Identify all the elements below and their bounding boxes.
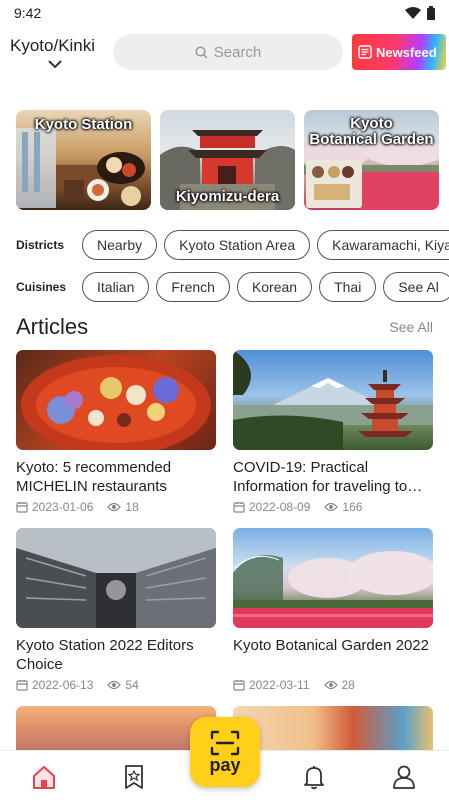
status-icons <box>405 6 435 20</box>
user-icon <box>393 765 415 789</box>
calendar-icon <box>16 502 28 513</box>
cuisine-chip[interactable]: Italian <box>82 272 150 302</box>
banner-kiyomizu-dera[interactable]: Kiyomizu-dera <box>160 110 295 210</box>
articles-title: Articles <box>16 314 89 339</box>
status-time: 9:42 <box>14 5 42 21</box>
eye-icon <box>323 680 338 690</box>
cuisines-row: Cuisines Italian French Korean Thai See … <box>16 271 449 303</box>
districts-row: Districts Nearby Kyoto Station Area Kawa… <box>16 229 449 261</box>
bookmark-star-icon <box>125 765 143 789</box>
banner-carousel: Kyoto Station Kiyomizu-dera Kyoto Botani… <box>16 110 449 210</box>
nav-notifications[interactable] <box>300 763 328 791</box>
wifi-icon <box>405 7 421 19</box>
article-image <box>16 528 216 628</box>
pay-label: pay <box>209 755 241 775</box>
article-card[interactable] <box>233 706 433 750</box>
newspaper-icon <box>358 45 372 59</box>
article-image <box>16 706 216 750</box>
calendar-icon <box>233 502 245 513</box>
article-meta: 2023-01-06 18 <box>16 500 216 514</box>
article-card[interactable]: COVID-19: Practical Information for trav… <box>233 350 433 514</box>
article-image <box>233 528 433 628</box>
calendar-icon <box>233 680 245 691</box>
cuisine-chip[interactable]: See Al <box>383 272 449 302</box>
cuisine-chip[interactable]: French <box>156 272 230 302</box>
article-views: 18 <box>125 500 139 514</box>
scan-icon <box>210 730 240 756</box>
banner-botanical-garden[interactable]: Kyoto Botanical Garden <box>304 110 439 210</box>
status-bar: 9:42 <box>0 0 449 26</box>
article-title: Kyoto Botanical Garden 2022 <box>233 637 429 654</box>
article-image <box>233 706 433 750</box>
article-image <box>233 350 433 450</box>
article-image-graphic <box>16 528 216 628</box>
district-chip[interactable]: Kyoto Station Area <box>164 230 311 260</box>
cuisines-label: Cuisines <box>16 280 67 294</box>
banner-title: Kyoto Botanical Garden <box>304 116 439 148</box>
article-title: Kyoto Station 2022 Editors Choice <box>16 637 194 673</box>
pay-button[interactable]: pay <box>190 717 260 787</box>
article-meta: 2022-08-09 166 <box>233 500 433 514</box>
banner-kyoto-station[interactable]: Kyoto Station <box>16 110 151 210</box>
search-placeholder: Search <box>213 43 262 61</box>
search-input[interactable]: Search <box>113 34 343 70</box>
nav-bookmarks[interactable] <box>120 763 148 791</box>
article-card[interactable]: Kyoto: 5 recommended MICHELIN restaurant… <box>16 350 216 514</box>
district-chip[interactable]: Kawaramachi, Kiya <box>317 230 449 260</box>
bell-icon <box>304 766 324 790</box>
article-card[interactable]: Kyoto Station 2022 Editors Choice 2022-0… <box>16 528 216 692</box>
article-date: 2022-08-09 <box>249 500 311 514</box>
district-chip[interactable]: Nearby <box>82 230 158 260</box>
battery-icon <box>427 6 435 20</box>
article-card[interactable]: Kyoto Botanical Garden 2022 2022-03-11 2… <box>233 528 433 692</box>
calendar-icon <box>16 680 28 691</box>
articles-header: Articles See All <box>16 312 433 342</box>
banner-title-line: Botanical Garden <box>309 131 434 148</box>
banner-title: Kyoto Station <box>34 116 133 133</box>
article-image-graphic <box>233 551 433 628</box>
home-icon <box>33 766 55 789</box>
eye-icon <box>324 502 339 512</box>
cuisines-chips: Italian French Korean Thai See Al <box>82 272 449 302</box>
nav-profile[interactable] <box>390 763 418 791</box>
article-title: Kyoto: 5 recommended MICHELIN restaurant… <box>16 459 172 495</box>
chevron-down-icon[interactable] <box>48 60 62 69</box>
banner-title-line: Kyoto <box>350 115 393 132</box>
article-image-graphic <box>21 355 211 450</box>
banner-title: Kiyomizu-dera <box>175 188 280 205</box>
districts-chips: Nearby Kyoto Station Area Kawaramachi, K… <box>82 230 449 260</box>
cuisine-chip[interactable]: Thai <box>319 272 377 302</box>
article-meta: 2022-06-13 54 <box>16 678 216 692</box>
eye-icon <box>107 680 122 690</box>
article-meta: 2022-03-11 28 <box>233 678 433 692</box>
header: Kyoto/Kinki Search Newsfeed <box>0 30 449 76</box>
eye-icon <box>107 502 122 512</box>
search-icon <box>195 45 208 59</box>
article-card[interactable] <box>16 706 216 750</box>
article-image <box>16 350 216 450</box>
districts-label: Districts <box>16 238 65 252</box>
newsfeed-button[interactable]: Newsfeed <box>352 34 446 70</box>
see-all-link[interactable]: See All <box>389 319 433 335</box>
article-views: 54 <box>125 678 139 692</box>
nav-home[interactable] <box>30 763 58 791</box>
article-image-graphic <box>233 350 433 450</box>
article-views: 28 <box>341 678 355 692</box>
article-views: 166 <box>342 500 363 514</box>
cuisine-chip[interactable]: Korean <box>236 272 313 302</box>
article-date: 2022-06-13 <box>32 678 94 692</box>
region-selector[interactable]: Kyoto/Kinki <box>10 36 95 56</box>
article-date: 2023-01-06 <box>32 500 94 514</box>
article-date: 2022-03-11 <box>249 678 310 692</box>
article-title: COVID-19: Practical Information for trav… <box>233 459 423 495</box>
newsfeed-label: Newsfeed <box>376 44 437 60</box>
